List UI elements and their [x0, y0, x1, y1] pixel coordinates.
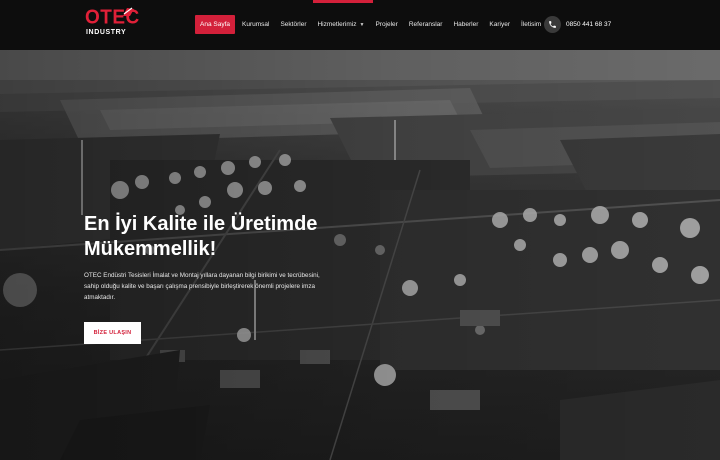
site-header: OTEC INDUSTRY Ana Sayfa Kurumsal Sektörl… [0, 0, 720, 50]
hero-section: En İyi Kalite ile Üretimde Mükemmellik! … [0, 50, 720, 460]
nav-item-services[interactable]: Hizmetlerimiz ▼ [313, 15, 368, 34]
flag-icon [123, 7, 134, 16]
hero-title-line1: En İyi Kalite ile Üretimde [84, 213, 318, 235]
nav-item-career[interactable]: Kariyer [485, 15, 514, 34]
logo[interactable]: OTEC INDUSTRY [85, 7, 139, 40]
hero-title-line2: Mükemmellik! [84, 238, 217, 260]
logo-subtitle: INDUSTRY [86, 29, 127, 36]
main-nav: Ana Sayfa Kurumsal Sektörler Hizmetlerim… [195, 15, 548, 34]
nav-item-projects[interactable]: Projeler [371, 15, 401, 34]
chevron-down-icon: ▼ [359, 22, 365, 28]
hero-title: En İyi Kalite ile Üretimde Mükemmellik! [84, 212, 384, 262]
nav-item-services-label: Hizmetlerimiz [317, 21, 357, 28]
nav-item-references[interactable]: Referanslar [405, 15, 447, 34]
nav-item-sectors[interactable]: Sektörler [276, 15, 310, 34]
phone-number[interactable]: 0850 441 68 37 [566, 16, 611, 33]
nav-item-home[interactable]: Ana Sayfa [195, 15, 235, 34]
nav-item-corporate[interactable]: Kurumsal [238, 15, 273, 34]
phone-icon[interactable] [544, 16, 561, 33]
header-accent-bar [313, 0, 373, 3]
hero-description: OTEC Endüstri Tesisleri İmalat ve Montaj… [84, 272, 320, 301]
nav-item-contact[interactable]: İletisim [517, 15, 545, 34]
contact-us-button[interactable]: BİZE ULAŞIN [84, 322, 141, 344]
phone-glyph [549, 21, 556, 28]
nav-item-news[interactable]: Haberler [449, 15, 482, 34]
